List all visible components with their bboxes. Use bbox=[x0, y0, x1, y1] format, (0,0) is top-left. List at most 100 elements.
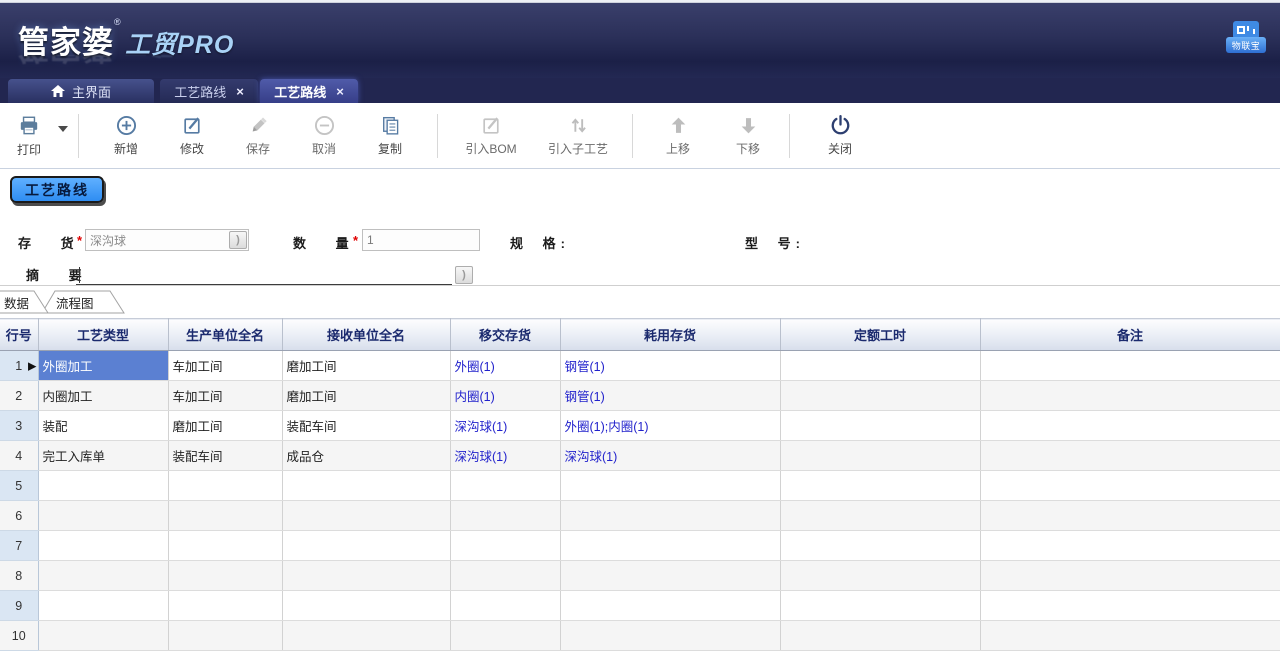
grid-cell[interactable] bbox=[980, 471, 1280, 501]
grid-cell[interactable]: 磨加工间 bbox=[282, 351, 450, 381]
row-number-cell[interactable]: 9 bbox=[0, 591, 38, 621]
grid-cell[interactable] bbox=[780, 501, 980, 531]
cancel-button[interactable]: 取消 bbox=[291, 108, 357, 164]
grid-cell[interactable] bbox=[282, 591, 450, 621]
grid-cell[interactable] bbox=[560, 501, 780, 531]
grid-cell[interactable]: 装配车间 bbox=[282, 411, 450, 441]
grid-cell[interactable] bbox=[450, 561, 560, 591]
grid-column-header[interactable]: 生产单位全名 bbox=[168, 319, 282, 351]
grid-cell[interactable] bbox=[980, 531, 1280, 561]
grid-cell[interactable]: 装配车间 bbox=[168, 441, 282, 471]
grid-cell[interactable]: 磨加工间 bbox=[282, 381, 450, 411]
grid-cell[interactable] bbox=[282, 621, 450, 651]
row-number-cell[interactable]: 5 bbox=[0, 471, 38, 501]
close-button[interactable]: 关闭 bbox=[798, 108, 882, 164]
grid-column-header[interactable]: 接收单位全名 bbox=[282, 319, 450, 351]
row-number-cell[interactable]: 8 bbox=[0, 561, 38, 591]
grid-cell[interactable]: 钢管(1) bbox=[560, 381, 780, 411]
grid-column-header[interactable]: 工艺类型 bbox=[38, 319, 168, 351]
grid-cell[interactable] bbox=[450, 531, 560, 561]
print-button[interactable]: 打印 bbox=[6, 108, 52, 164]
move-up-button[interactable]: 上移 bbox=[643, 108, 713, 164]
grid-cell[interactable]: 完工入库单 bbox=[38, 441, 168, 471]
grid-cell[interactable] bbox=[282, 471, 450, 501]
grid-cell[interactable] bbox=[780, 591, 980, 621]
grid-cell[interactable] bbox=[780, 441, 980, 471]
grid-cell[interactable] bbox=[38, 501, 168, 531]
tab-process-route-2-active[interactable]: 工艺路线 × bbox=[260, 79, 358, 103]
process-route-title-button[interactable]: 工艺路线 bbox=[10, 176, 104, 203]
sheet-tab-flowchart[interactable]: 流程图 bbox=[56, 293, 94, 312]
import-subprocess-button[interactable]: 引入子工艺 bbox=[532, 108, 624, 164]
grid-cell[interactable] bbox=[168, 531, 282, 561]
grid-cell[interactable] bbox=[780, 621, 980, 651]
grid-cell[interactable] bbox=[780, 531, 980, 561]
grid-column-header[interactable]: 行号 bbox=[0, 319, 38, 351]
inventory-input[interactable] bbox=[85, 229, 249, 251]
grid-cell[interactable] bbox=[980, 591, 1280, 621]
row-number-cell[interactable]: 7 bbox=[0, 531, 38, 561]
grid-cell[interactable] bbox=[168, 561, 282, 591]
sheet-tab-data[interactable]: 数据 bbox=[4, 293, 29, 312]
grid-cell[interactable] bbox=[450, 591, 560, 621]
grid-cell[interactable] bbox=[168, 501, 282, 531]
grid-cell[interactable] bbox=[780, 561, 980, 591]
grid-column-header[interactable]: 耗用存货 bbox=[560, 319, 780, 351]
import-bom-button[interactable]: 引入BOM bbox=[450, 108, 532, 164]
grid-cell[interactable] bbox=[168, 471, 282, 501]
grid-column-header[interactable]: 移交存货 bbox=[450, 319, 560, 351]
move-down-button[interactable]: 下移 bbox=[713, 108, 783, 164]
add-button[interactable]: 新增 bbox=[93, 108, 159, 164]
grid-cell[interactable] bbox=[560, 531, 780, 561]
grid-cell[interactable] bbox=[980, 441, 1280, 471]
save-button[interactable]: 保存 bbox=[225, 108, 291, 164]
grid-cell[interactable] bbox=[38, 591, 168, 621]
grid-cell[interactable] bbox=[282, 531, 450, 561]
grid-cell[interactable] bbox=[560, 621, 780, 651]
row-number-cell[interactable]: 3 bbox=[0, 411, 38, 441]
grid-cell[interactable] bbox=[980, 501, 1280, 531]
grid-cell[interactable] bbox=[282, 501, 450, 531]
grid-cell[interactable] bbox=[38, 531, 168, 561]
grid-cell[interactable]: 车加工间 bbox=[168, 351, 282, 381]
grid-cell[interactable]: 深沟球(1) bbox=[450, 411, 560, 441]
grid-cell[interactable] bbox=[980, 351, 1280, 381]
grid-cell[interactable]: 深沟球(1) bbox=[450, 441, 560, 471]
tab-process-route-1[interactable]: 工艺路线 × bbox=[160, 79, 258, 103]
summary-lookup-button[interactable]: ) bbox=[455, 266, 473, 284]
grid-cell[interactable] bbox=[38, 621, 168, 651]
close-icon[interactable]: × bbox=[336, 85, 344, 98]
grid-cell[interactable]: 车加工间 bbox=[168, 381, 282, 411]
quantity-input[interactable] bbox=[362, 229, 480, 251]
grid-cell[interactable] bbox=[560, 591, 780, 621]
grid-cell[interactable] bbox=[38, 471, 168, 501]
grid-cell[interactable] bbox=[450, 501, 560, 531]
grid-cell[interactable] bbox=[560, 471, 780, 501]
grid-cell[interactable] bbox=[780, 471, 980, 501]
row-number-cell[interactable]: 6 bbox=[0, 501, 38, 531]
grid-cell[interactable]: 磨加工间 bbox=[168, 411, 282, 441]
grid-cell[interactable]: 钢管(1) bbox=[560, 351, 780, 381]
close-icon[interactable]: × bbox=[236, 85, 244, 98]
row-number-cell[interactable]: 1▶ bbox=[0, 351, 38, 381]
grid-cell[interactable] bbox=[780, 381, 980, 411]
row-number-cell[interactable]: 2 bbox=[0, 381, 38, 411]
grid-cell[interactable] bbox=[450, 621, 560, 651]
summary-input[interactable] bbox=[76, 266, 452, 285]
print-dropdown-caret[interactable] bbox=[58, 126, 68, 132]
row-number-cell[interactable]: 10 bbox=[0, 621, 38, 651]
grid-cell[interactable] bbox=[980, 381, 1280, 411]
grid-cell[interactable] bbox=[168, 591, 282, 621]
grid-cell[interactable]: 内圈加工 bbox=[38, 381, 168, 411]
grid-cell[interactable] bbox=[780, 411, 980, 441]
grid-cell[interactable] bbox=[282, 561, 450, 591]
inventory-lookup-button[interactable]: ) bbox=[229, 231, 247, 249]
tab-main-screen[interactable]: 主界面 bbox=[8, 79, 154, 103]
grid-cell[interactable]: 内圈(1) bbox=[450, 381, 560, 411]
grid-cell[interactable]: 外圈加工 bbox=[38, 351, 168, 381]
iot-treasure-button[interactable]: 物联宝 bbox=[1226, 21, 1266, 61]
grid-cell[interactable]: 成品仓 bbox=[282, 441, 450, 471]
grid-cell[interactable]: 外圈(1) bbox=[450, 351, 560, 381]
grid-cell[interactable] bbox=[168, 621, 282, 651]
grid-cell[interactable]: 外圈(1);内圈(1) bbox=[560, 411, 780, 441]
